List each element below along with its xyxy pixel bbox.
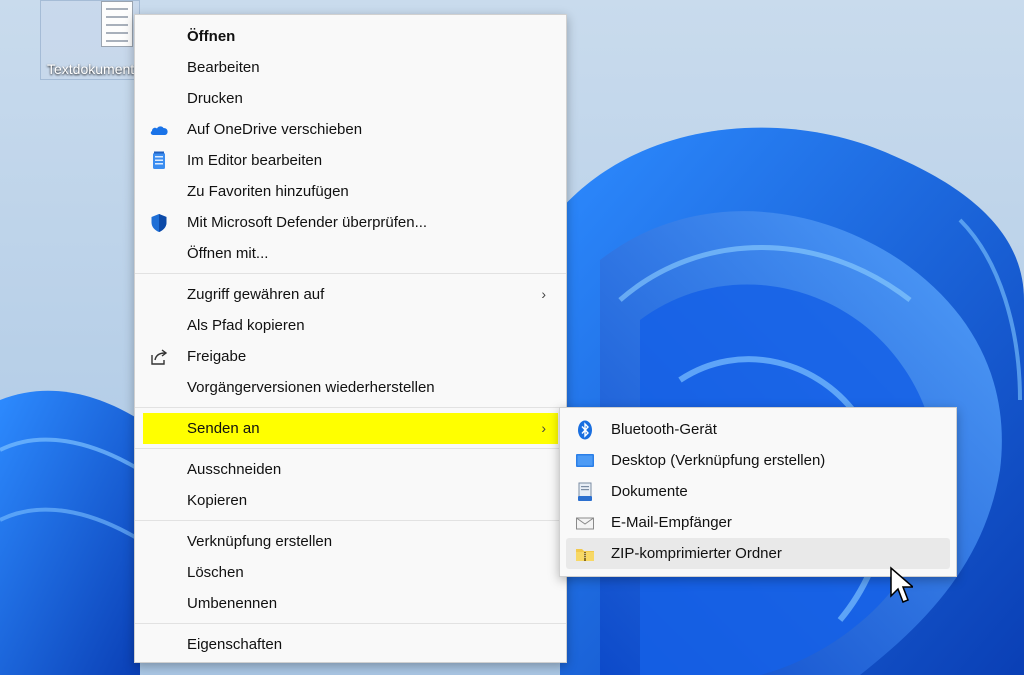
- menu-item-label: Kopieren: [187, 492, 248, 509]
- menu-separator: [135, 623, 566, 624]
- menu-item-label: Als Pfad kopieren: [187, 317, 305, 334]
- submenu-item-label: Dokumente: [611, 483, 688, 500]
- submenu-item-zip-folder[interactable]: ZIP-komprimierter Ordner: [566, 538, 950, 569]
- menu-item-label: Auf OneDrive verschieben: [187, 121, 363, 138]
- menu-item-edit[interactable]: Bearbeiten: [135, 52, 566, 83]
- menu-item-open-with[interactable]: Öffnen mit...: [135, 238, 566, 269]
- menu-item-label: Zu Favoriten hinzufügen: [187, 183, 349, 200]
- menu-item-edit-in-notepad[interactable]: Im Editor bearbeiten: [135, 145, 566, 176]
- submenu-item-mail-recipient[interactable]: E-Mail-Empfänger: [566, 507, 950, 538]
- menu-item-add-to-favorites[interactable]: Zu Favoriten hinzufügen: [135, 176, 566, 207]
- menu-item-label: Eigenschaften: [187, 636, 283, 653]
- submenu-item-label: Desktop (Verknüpfung erstellen): [611, 452, 826, 469]
- menu-item-copy[interactable]: Kopieren: [135, 485, 566, 516]
- text-document-icon: [101, 1, 133, 47]
- menu-item-label: Mit Microsoft Defender überprüfen...: [187, 214, 428, 231]
- menu-separator: [135, 520, 566, 521]
- send-to-submenu: Bluetooth-Gerät Desktop (Verknüpfung ers…: [559, 407, 957, 577]
- menu-item-print[interactable]: Drucken: [135, 83, 566, 114]
- submenu-item-label: E-Mail-Empfänger: [611, 514, 732, 531]
- submenu-item-desktop-shortcut[interactable]: Desktop (Verknüpfung erstellen): [566, 445, 950, 476]
- chevron-right-icon: ›: [541, 286, 546, 302]
- menu-item-copy-as-path[interactable]: Als Pfad kopieren: [135, 310, 566, 341]
- defender-shield-icon: [151, 214, 167, 232]
- mouse-pointer-icon: [890, 566, 913, 603]
- menu-item-share[interactable]: Freigabe: [135, 341, 566, 372]
- menu-item-label: Senden an: [187, 420, 260, 437]
- desktop-icon-label: Textdokument: [47, 61, 135, 77]
- menu-separator: [135, 448, 566, 449]
- notepad-icon: [153, 151, 165, 169]
- submenu-item-label: Bluetooth-Gerät: [611, 421, 717, 438]
- share-icon: [151, 349, 168, 365]
- menu-item-restore-previous-versions[interactable]: Vorgängerversionen wiederherstellen: [135, 372, 566, 403]
- menu-item-label: Drucken: [187, 90, 243, 107]
- menu-item-label: Ausschneiden: [187, 461, 282, 478]
- menu-item-open[interactable]: Öffnen: [135, 21, 566, 52]
- desktop-file-icon[interactable]: Textdokument: [40, 0, 140, 80]
- menu-item-rename[interactable]: Umbenennen: [135, 588, 566, 619]
- menu-item-label: Zugriff gewähren auf: [187, 286, 325, 303]
- menu-item-label: Verknüpfung erstellen: [187, 533, 333, 550]
- menu-item-label: Im Editor bearbeiten: [187, 152, 323, 169]
- menu-item-give-access-to[interactable]: Zugriff gewähren auf ›: [135, 279, 566, 310]
- menu-item-label: Bearbeiten: [187, 59, 260, 76]
- menu-item-label: Umbenennen: [187, 595, 278, 612]
- zip-folder-icon: [576, 549, 594, 561]
- menu-item-create-shortcut[interactable]: Verknüpfung erstellen: [135, 526, 566, 557]
- submenu-item-documents[interactable]: Dokumente: [566, 476, 950, 507]
- menu-item-delete[interactable]: Löschen: [135, 557, 566, 588]
- menu-separator: [135, 407, 566, 408]
- menu-item-label: Öffnen mit...: [187, 245, 269, 262]
- menu-item-send-to[interactable]: Senden an ›: [143, 413, 558, 444]
- menu-separator: [135, 273, 566, 274]
- submenu-item-bluetooth-device[interactable]: Bluetooth-Gerät: [566, 414, 950, 445]
- menu-item-properties[interactable]: Eigenschaften: [135, 629, 566, 660]
- chevron-right-icon: ›: [541, 420, 546, 436]
- menu-item-move-to-onedrive[interactable]: Auf OneDrive verschieben: [135, 114, 566, 145]
- menu-item-label: Löschen: [187, 564, 244, 581]
- menu-item-label: Öffnen: [187, 28, 236, 45]
- submenu-item-label: ZIP-komprimierter Ordner: [611, 545, 782, 562]
- bluetooth-icon: [578, 420, 592, 440]
- menu-item-scan-with-defender[interactable]: Mit Microsoft Defender überprüfen...: [135, 207, 566, 238]
- context-menu: Öffnen Bearbeiten Drucken Auf OneDrive v…: [134, 14, 567, 663]
- menu-item-label: Vorgängerversionen wiederherstellen: [187, 379, 435, 396]
- mail-icon: [576, 517, 594, 530]
- menu-item-cut[interactable]: Ausschneiden: [135, 454, 566, 485]
- onedrive-cloud-icon: [150, 126, 168, 135]
- menu-item-label: Freigabe: [187, 348, 247, 365]
- desktop-icon: [576, 454, 594, 467]
- documents-icon: [578, 482, 592, 501]
